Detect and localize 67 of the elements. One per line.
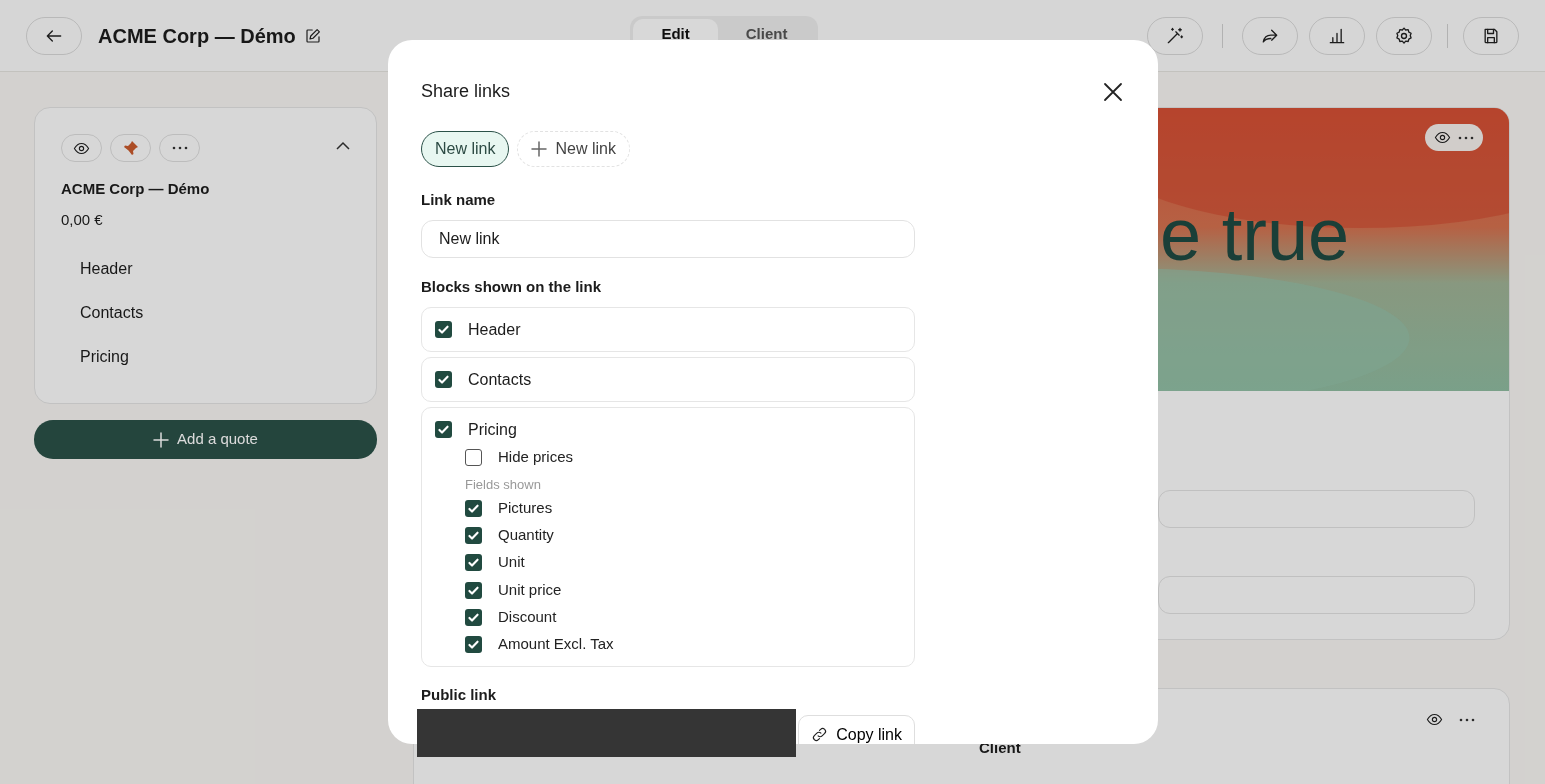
- stats-button[interactable]: [1309, 16, 1365, 55]
- new-link-button[interactable]: New link: [517, 131, 630, 167]
- pin-button[interactable]: [110, 134, 151, 162]
- checkbox[interactable]: [465, 581, 482, 599]
- dialog-title: Share links: [421, 80, 511, 103]
- mode-tab[interactable]: Client: [717, 18, 816, 53]
- field-label: Link name: [421, 190, 497, 210]
- settings-button[interactable]: [1376, 16, 1432, 55]
- quote-total: 0,00 €: [61, 209, 104, 230]
- quote-title: ACME Corp — Démo: [61, 179, 211, 199]
- check-icon: [437, 323, 450, 336]
- option-label: Unit: [498, 552, 525, 573]
- page-title: ACME Corp — Démo: [98, 23, 296, 49]
- more-icon: [1457, 135, 1474, 140]
- save-button[interactable]: [1463, 16, 1519, 55]
- link-tab[interactable]: New link: [421, 131, 510, 167]
- checkbox[interactable]: [465, 448, 482, 466]
- more-icon: [171, 146, 188, 150]
- share-button[interactable]: [1242, 16, 1298, 55]
- checkbox[interactable]: [465, 554, 482, 572]
- edit-icon: [303, 26, 322, 45]
- option-label: Hide prices: [498, 446, 574, 467]
- field-label: Blocks shown on the link: [421, 276, 603, 297]
- section-item[interactable]: Header: [61, 247, 350, 291]
- option-label: Amount Excl. Tax: [498, 634, 614, 655]
- plus-icon: [531, 141, 548, 157]
- pin-icon: [122, 140, 139, 156]
- visibility-button[interactable]: [61, 134, 102, 162]
- checkbox[interactable]: [465, 636, 482, 654]
- option-label: Unit price: [498, 579, 562, 600]
- block-tools[interactable]: [1425, 124, 1483, 151]
- checkbox[interactable]: [465, 499, 482, 517]
- input-field[interactable]: [1158, 490, 1475, 528]
- checkbox[interactable]: [435, 371, 452, 388]
- close-icon: [1103, 82, 1123, 103]
- option-label: Pictures: [498, 497, 553, 518]
- option-label: Quantity: [498, 525, 554, 546]
- copy-link-button[interactable]: Copy link: [798, 714, 915, 744]
- eye-icon: [1426, 711, 1443, 728]
- link-name-field[interactable]: New link: [421, 219, 915, 258]
- check-icon: [437, 373, 450, 386]
- checkbox[interactable]: [465, 608, 482, 626]
- more-icon: [1459, 717, 1475, 722]
- eye-icon: [1434, 129, 1452, 146]
- field-label: Public link: [421, 685, 497, 706]
- link-icon: [811, 726, 829, 744]
- option-label: Discount: [498, 607, 557, 628]
- add-quote-button[interactable]: Add a quote: [34, 420, 377, 459]
- option-label: Contacts: [468, 369, 532, 390]
- section-item[interactable]: Contacts: [61, 291, 350, 335]
- option-label: Header: [468, 319, 521, 340]
- settings-icon: [1394, 25, 1414, 46]
- section-item[interactable]: Pricing: [61, 335, 350, 379]
- chevron-icon: [336, 141, 350, 152]
- checkbox[interactable]: [435, 421, 452, 438]
- checkbox[interactable]: [465, 526, 482, 544]
- checkbox[interactable]: [435, 321, 452, 338]
- back-button[interactable]: [26, 16, 82, 55]
- magic-button[interactable]: [1147, 16, 1203, 55]
- edit-title-button[interactable]: [303, 26, 322, 45]
- hero-text: e true: [1160, 198, 1350, 272]
- check-icon: [437, 423, 450, 436]
- plus-icon: [153, 431, 170, 448]
- group-label: Fields shown: [465, 476, 542, 494]
- magic-wand-icon: [1165, 25, 1185, 46]
- input-field[interactable]: [1158, 576, 1475, 614]
- option-label: Pricing: [468, 419, 517, 440]
